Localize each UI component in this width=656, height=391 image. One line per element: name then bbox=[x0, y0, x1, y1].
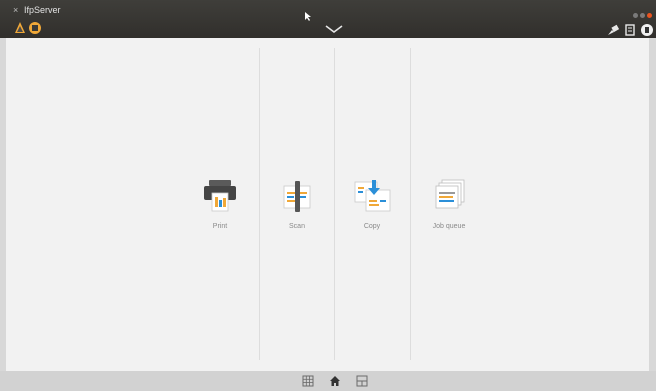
copy-icon bbox=[354, 180, 391, 212]
close-button[interactable]: × bbox=[13, 5, 18, 15]
home-icon[interactable] bbox=[329, 375, 341, 387]
brush-icon[interactable] bbox=[606, 23, 620, 37]
window-controls bbox=[631, 5, 652, 23]
chevron-down-icon[interactable] bbox=[325, 24, 343, 34]
job-queue-icon bbox=[435, 179, 465, 209]
divider bbox=[259, 48, 260, 360]
power-icon[interactable] bbox=[640, 23, 654, 37]
mouse-cursor-icon bbox=[305, 12, 311, 21]
window-edge-right bbox=[649, 38, 656, 371]
tile-print[interactable]: Print bbox=[190, 178, 250, 230]
printer-icon bbox=[204, 180, 236, 212]
divider bbox=[334, 48, 335, 360]
maximize-dot[interactable] bbox=[640, 13, 645, 18]
tile-scan[interactable]: Scan bbox=[267, 178, 327, 230]
tray-app-icon-1[interactable] bbox=[13, 21, 27, 35]
minimize-dot[interactable] bbox=[633, 13, 638, 18]
grid-icon[interactable] bbox=[302, 375, 314, 387]
title-bar: × IfpServer bbox=[0, 0, 656, 38]
tile-label-job-queue: Job queue bbox=[432, 223, 466, 230]
tile-label-print: Print bbox=[212, 223, 228, 230]
divider bbox=[410, 48, 411, 360]
main-content: Print Scan Copy Job queue bbox=[6, 38, 649, 371]
scanner-icon bbox=[283, 181, 311, 212]
close-dot[interactable] bbox=[647, 13, 652, 18]
split-view-icon[interactable] bbox=[356, 375, 368, 387]
tile-label-copy: Copy bbox=[363, 223, 381, 230]
tile-job-queue[interactable]: Job queue bbox=[419, 178, 479, 230]
app-title: IfpServer bbox=[24, 5, 61, 15]
tile-copy[interactable]: Copy bbox=[342, 178, 402, 230]
document-icon[interactable] bbox=[623, 23, 637, 37]
bottom-nav-bar bbox=[0, 371, 656, 391]
tile-label-scan: Scan bbox=[289, 223, 305, 230]
tray-app-icon-2[interactable] bbox=[28, 21, 42, 35]
